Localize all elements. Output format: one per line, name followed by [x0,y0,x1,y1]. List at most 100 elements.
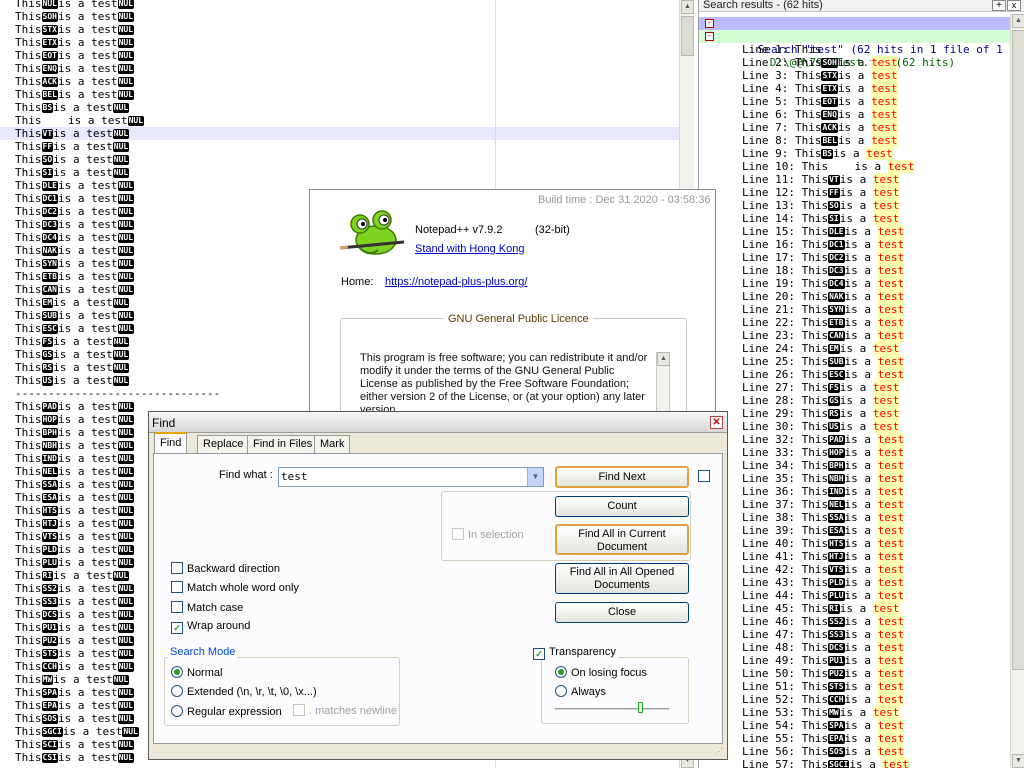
search-results-tree[interactable]: - Search "test" (62 hits in 1 file of 1 … [699,17,1024,768]
option-backward-directioncheckbox[interactable]: Backward direction [171,562,280,575]
search-hit-line[interactable]: Line 47: ThisSS3is a test [699,628,1011,641]
count-button[interactable]: Count [555,496,689,517]
search-hit-line[interactable]: Line 38: ThisSSAis a test [699,511,1011,524]
editor-line[interactable]: ThisENQis a testNUL [0,62,679,75]
tab-replace[interactable]: Replace [197,435,250,453]
transparency-slider-thumb[interactable] [637,702,643,713]
editor-line[interactable]: This is a testNUL [0,114,679,127]
search-hit-line[interactable]: Line 32: ThisPADis a test [699,433,1011,446]
scroll-up-icon[interactable]: ▲ [681,0,694,14]
search-hit-line[interactable]: Line 30: ThisUSis a test [699,420,1011,433]
search-hit-line[interactable]: Line 4: ThisETXis a test [699,82,1011,95]
editor-line[interactable]: ThisFFis a testNUL [0,140,679,153]
search-hit-line[interactable]: Line 23: ThisCANis a test [699,329,1011,342]
scroll-up-icon[interactable]: ▲ [1012,14,1024,28]
option-match-casecheckbox[interactable]: Match case [171,601,243,614]
search-hit-line[interactable]: Line 34: ThisBPHis a test [699,459,1011,472]
search-hit-line[interactable]: Line 44: ThisPLUis a test [699,589,1011,602]
search-hit-line[interactable]: Line 50: ThisPU2is a test [699,667,1011,680]
search-hit-line[interactable]: Line 57: ThisSGCIis a test [699,758,1011,768]
transparency-radio-1[interactable]: Always [555,685,606,698]
search-hit-line[interactable]: Line 9: ThisBSis a test [699,147,1011,160]
search-hit-line[interactable]: Line 7: ThisACKis a test [699,121,1011,134]
add-panel-icon[interactable]: + [992,0,1006,11]
search-hit-line[interactable]: Line 29: ThisRSis a test [699,407,1011,420]
search-hit-line[interactable]: Line 41: ThisHTJis a test [699,550,1011,563]
resize-grip-icon[interactable]: ⋰ [715,747,725,757]
search-hit-line[interactable]: Line 13: ThisSOis a test [699,199,1011,212]
tab-mark[interactable]: Mark [314,435,351,453]
tab-find-in-files[interactable]: Find in Files [247,435,319,453]
search-hit-line[interactable]: Line 55: ThisEPAis a test [699,732,1011,745]
search-hit-line[interactable]: Line 21: ThisSYNis a test [699,303,1011,316]
results-vertical-scrollbar[interactable]: ▲ ▼ [1010,14,1024,768]
search-hit-line[interactable]: Line 19: ThisDC4is a test [699,277,1011,290]
transparency-checkbox[interactable]: ✓ Transparency [533,646,618,660]
search-hit-line[interactable]: Line 39: ThisESAis a test [699,524,1011,537]
search-hit-line[interactable]: Line 5: ThisEOTis a test [699,95,1011,108]
search-hit-line[interactable]: Line 18: ThisDC3is a test [699,264,1011,277]
matches-newline-checkbox[interactable]: . matches newline [293,704,397,717]
search-result-file-line[interactable]: - D:\@@\792\Test.txt (62 hits) [699,30,1011,69]
search-hit-line[interactable]: Line 10: This is a test [699,160,1011,173]
search-mode-radio-2[interactable]: Regular expression [171,705,282,718]
transparency-slider-track[interactable] [555,708,669,710]
search-hit-line[interactable]: Line 43: ThisPLDis a test [699,576,1011,589]
scroll-up-icon[interactable]: ▲ [657,352,670,366]
editor-line[interactable]: ThisVTis a testNUL [0,127,679,140]
search-hit-line[interactable]: Line 14: ThisSIis a test [699,212,1011,225]
find-next-button[interactable]: Find Next [555,466,689,488]
search-hit-line[interactable]: Line 3: ThisSTXis a test [699,69,1011,82]
find-dialog[interactable]: Find ✕ Find Replace Find in Files Mark F… [148,411,728,760]
search-hit-line[interactable]: Line 35: ThisNBHis a test [699,472,1011,485]
fold-minus-icon[interactable]: - [705,32,714,41]
search-hit-line[interactable]: Line 12: ThisFFis a test [699,186,1011,199]
search-hit-line[interactable]: Line 6: ThisENQis a test [699,108,1011,121]
find-all-current-document-button[interactable]: Find All in Current Document [555,524,689,555]
search-hit-line[interactable]: Line 11: ThisVTis a test [699,173,1011,186]
search-hit-line[interactable]: Line 52: ThisCCHis a test [699,693,1011,706]
editor-line[interactable]: ThisSTXis a testNUL [0,23,679,36]
transparency-radio-0[interactable]: On losing focus [555,666,647,679]
editor-line[interactable]: ThisBSis a testNUL [0,101,679,114]
editor-line[interactable]: ThisBELis a testNUL [0,88,679,101]
option-wrap-aroundcheckbox[interactable]: ✓ Wrap around [171,620,250,634]
search-hit-line[interactable]: Line 28: ThisGSis a test [699,394,1011,407]
search-hit-line[interactable]: Line 24: ThisEMis a test [699,342,1011,355]
always-on-top-checkbox[interactable] [698,470,714,483]
search-hit-line[interactable]: Line 16: ThisDC1is a test [699,238,1011,251]
search-hit-line[interactable]: Line 48: ThisDCSis a test [699,641,1011,654]
search-hit-line[interactable]: Line 40: ThisHTSis a test [699,537,1011,550]
about-dialog[interactable]: Build time : Dec 31 2020 - 03:58:36 Note… [309,189,716,419]
close-button[interactable]: Close [555,602,689,623]
search-hit-line[interactable]: Line 17: ThisDC2is a test [699,251,1011,264]
editor-line[interactable]: ThisSOHis a testNUL [0,10,679,23]
search-hit-line[interactable]: Line 1: This [699,43,1011,56]
find-titlebar[interactable]: Find ✕ [149,412,727,433]
search-hit-line[interactable]: Line 20: ThisNAKis a test [699,290,1011,303]
hong-kong-link[interactable]: Stand with Hong Kong [415,243,524,255]
search-hit-line[interactable]: Line 49: ThisPU1is a test [699,654,1011,667]
close-panel-icon[interactable]: x [1007,0,1021,11]
search-mode-radio-0[interactable]: Normal [171,666,222,679]
editor-line[interactable]: ThisNULis a testNUL [0,0,679,10]
search-hit-line[interactable]: Line 53: ThisMWis a test [699,706,1011,719]
search-hit-line[interactable]: Line 15: ThisDLEis a test [699,225,1011,238]
find-what-input[interactable]: test [278,467,544,487]
scroll-thumb[interactable] [1012,30,1024,670]
search-hit-list[interactable]: Line 1: This Line 2: ThisSOHis a test Line… [699,43,1011,768]
scroll-down-icon[interactable]: ▼ [1012,754,1024,768]
search-hit-line[interactable]: Line 45: ThisRIis a test [699,602,1011,615]
search-hit-line[interactable]: Line 22: ThisETBis a test [699,316,1011,329]
search-hit-line[interactable]: Line 37: ThisNELis a test [699,498,1011,511]
search-hit-line[interactable]: Line 54: ThisSPAis a test [699,719,1011,732]
search-hit-line[interactable]: Line 42: ThisVTSis a test [699,563,1011,576]
tab-find[interactable]: Find [154,432,188,454]
search-results-panel[interactable]: Search results - (62 hits) + x - Search … [698,0,1024,768]
close-icon[interactable]: ✕ [710,416,723,429]
homepage-link[interactable]: https://notepad-plus-plus.org/ [385,276,527,288]
fold-minus-icon[interactable]: - [705,19,714,28]
search-hit-line[interactable]: Line 8: ThisBELis a test [699,134,1011,147]
editor-line[interactable]: ThisSOis a testNUL [0,153,679,166]
find-all-opened-documents-button[interactable]: Find All in All Opened Documents [555,563,689,594]
